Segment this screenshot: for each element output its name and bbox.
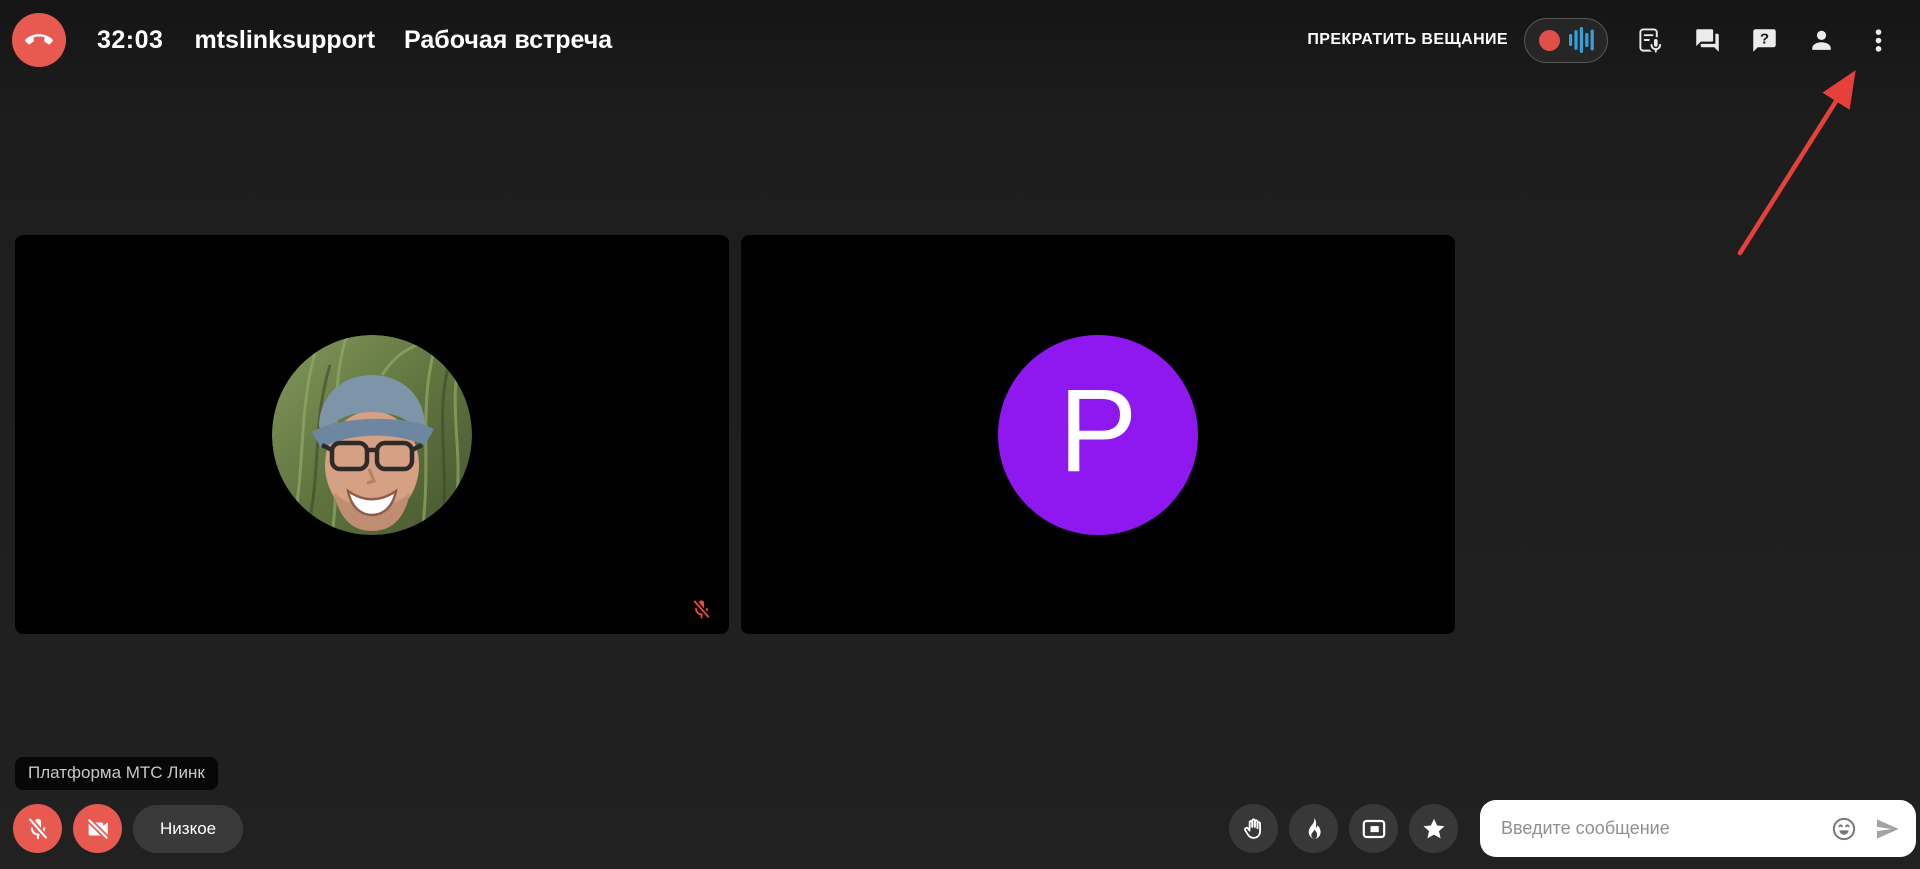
participant-tile-guest[interactable]: P [741,235,1455,634]
audio-waveform-icon [1569,26,1594,54]
topbar-actions: ПРЕКРАТИТЬ ВЕЩАНИЕ [1307,18,1893,63]
stop-broadcast-button[interactable]: ПРЕКРАТИТЬ ВЕЩАНИЕ [1307,31,1508,49]
reactions-button[interactable] [1289,804,1338,853]
raise-hand-icon [1241,816,1267,842]
raise-hand-button[interactable] [1229,804,1278,853]
emoji-icon [1830,815,1858,843]
account-name: mtslinksupport [194,26,375,55]
end-call-icon [25,26,53,54]
transcription-button[interactable] [1635,25,1665,55]
transcription-icon [1637,27,1664,54]
participant-avatar-photo [272,335,472,535]
meeting-window: 32:03 mtslinksupport Рабочая встреча ПРЕ… [0,0,1920,869]
video-grid: P [15,235,1455,634]
participant-tile-host[interactable] [15,235,729,634]
chat-icon [1694,27,1721,54]
meeting-title: Рабочая встреча [404,26,612,55]
recording-dot-icon [1539,30,1560,51]
svg-text:?: ? [1759,30,1768,47]
help-button[interactable]: ? [1749,25,1779,55]
meeting-timer: 32:03 [97,26,163,55]
connection-quality-button[interactable]: Низкое [133,805,243,853]
recording-indicator-button[interactable] [1524,18,1608,63]
videocam-off-icon [85,816,111,842]
controls-right [1229,800,1916,857]
participants-button[interactable] [1806,25,1836,55]
participant-avatar-initial: P [998,335,1198,535]
chat-button[interactable] [1692,25,1722,55]
participants-icon [1808,27,1835,54]
participant-initial-letter: P [1059,372,1138,490]
emoji-picker-button[interactable] [1830,815,1858,843]
mic-muted-icon [690,598,713,621]
pip-button[interactable] [1349,804,1398,853]
microphone-toggle-button[interactable] [13,804,62,853]
more-options-button[interactable] [1863,25,1893,55]
star-icon [1421,816,1447,842]
send-icon [1873,815,1901,843]
platform-label: Платформа МТС Линк [15,757,218,790]
picture-in-picture-icon [1361,816,1387,842]
chat-message-input[interactable] [1501,818,1815,839]
kebab-menu-icon [1865,27,1892,54]
send-message-button[interactable] [1873,815,1901,843]
mic-off-icon [25,816,51,842]
controls-left: Низкое [13,804,243,853]
flame-icon [1301,816,1327,842]
chat-input-container [1480,800,1916,857]
camera-toggle-button[interactable] [73,804,122,853]
help-icon: ? [1751,27,1778,54]
favorites-button[interactable] [1409,804,1458,853]
end-call-button[interactable] [12,13,66,67]
topbar: 32:03 mtslinksupport Рабочая встреча ПРЕ… [0,0,1920,80]
